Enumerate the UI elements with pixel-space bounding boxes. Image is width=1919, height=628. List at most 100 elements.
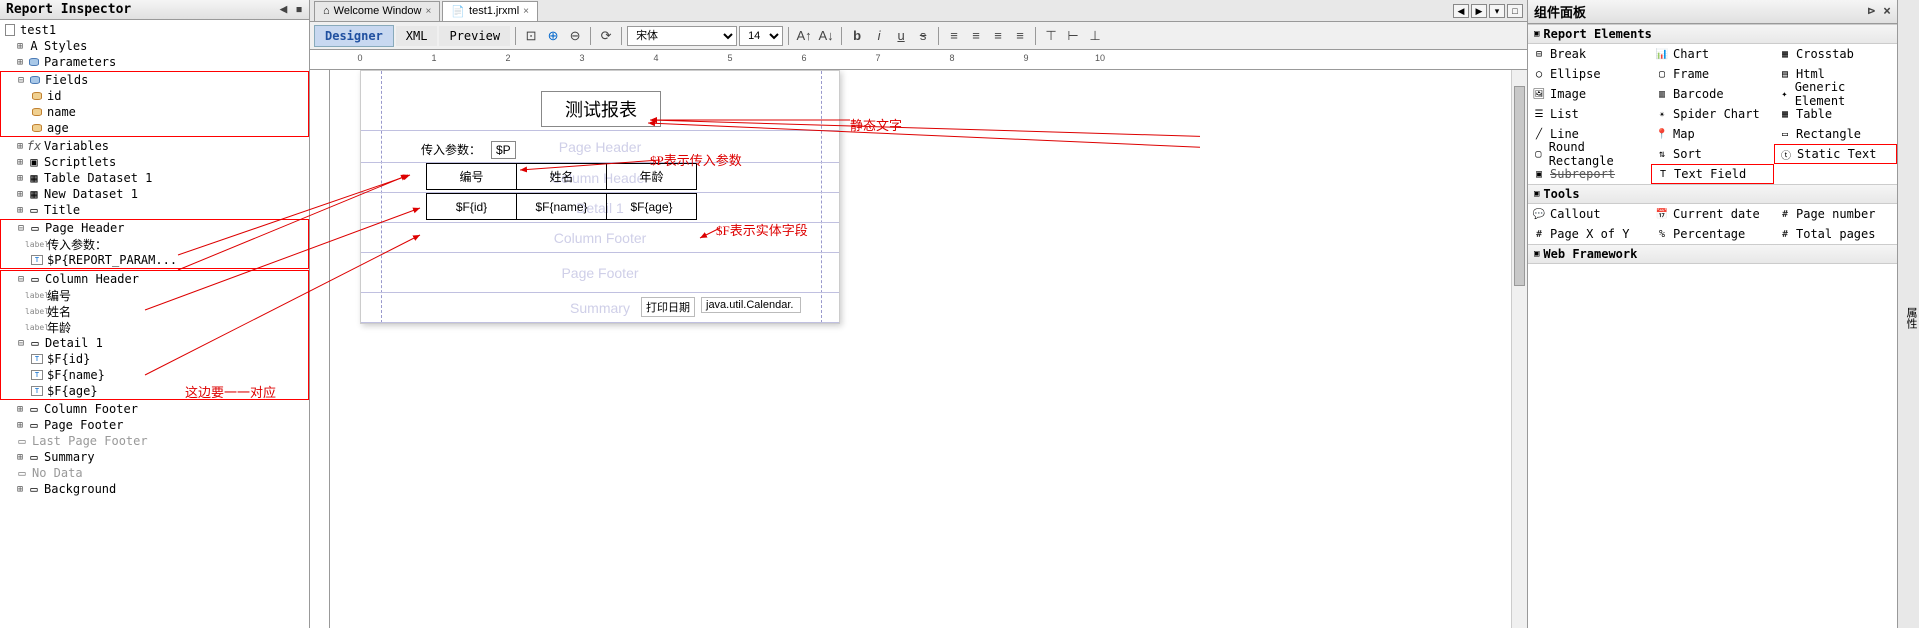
scrollbar-thumb[interactable] [1514, 86, 1525, 286]
tree-table-dataset[interactable]: ⊞▦Table Dataset 1 [0, 170, 309, 186]
valign-bottom-icon[interactable]: ⊥ [1085, 26, 1105, 46]
palette-text-field[interactable]: TText Field [1651, 164, 1774, 184]
collapse-icon[interactable]: ⊟ [15, 274, 27, 285]
tool-page-xy[interactable]: #Page X of Y [1528, 224, 1651, 244]
palette-round-rect[interactable]: ▢Round Rectangle [1528, 144, 1651, 164]
param-value-field[interactable]: $P [491, 141, 516, 159]
section-header[interactable]: ▣Tools [1528, 184, 1897, 204]
band-page-footer[interactable]: Page Footer [361, 253, 839, 293]
tab-welcome[interactable]: ⌂Welcome Window× [314, 1, 440, 21]
tree-variables[interactable]: ⊞fxVariables [0, 138, 309, 154]
band-column-header[interactable]: Column Header 编号 姓名 年龄 [361, 163, 839, 193]
collapse-icon[interactable]: ⊟ [15, 338, 27, 349]
tree-summary[interactable]: ⊞▭Summary [0, 449, 309, 465]
tree-ch-1[interactable]: label编号 [1, 287, 308, 303]
detail-table[interactable]: $F{id} $F{name} $F{age} [426, 193, 697, 220]
font-select[interactable]: 宋体 [627, 26, 737, 46]
tree-ph-param[interactable]: T$P{REPORT_PARAM... [1, 252, 308, 268]
expand-icon[interactable]: ⊞ [14, 173, 26, 184]
expand-icon[interactable]: ⊞ [14, 41, 26, 52]
band-summary[interactable]: Summary 打印日期 java.util.Calendar. [361, 293, 839, 323]
palette-table[interactable]: ▦Table [1774, 104, 1897, 124]
field-cell[interactable]: $F{id} [427, 194, 517, 220]
expand-icon[interactable]: ⊞ [14, 57, 26, 68]
close-icon[interactable]: × [425, 6, 431, 17]
tree-ph-label[interactable]: label传入参数： [1, 236, 308, 252]
vertical-scrollbar[interactable] [1511, 70, 1527, 628]
mode-xml[interactable]: XML [396, 26, 438, 46]
zoom-out-icon[interactable]: ⊖ [565, 26, 585, 46]
tree-no-data[interactable]: ▭No Data [0, 465, 309, 481]
palette-list[interactable]: ☰List [1528, 104, 1651, 124]
tree-d1[interactable]: T$F{id} [1, 351, 308, 367]
panel-controls-icon[interactable]: ◀ ▪ [280, 2, 303, 17]
section-header[interactable]: ▣Web Framework [1528, 244, 1897, 264]
tree-page-header[interactable]: ⊟▭Page Header [1, 220, 308, 236]
tree-fields[interactable]: ⊟Fields [1, 72, 308, 88]
refresh-icon[interactable]: ⟳ [596, 26, 616, 46]
expand-icon[interactable]: ⊞ [14, 157, 26, 168]
tree-d2[interactable]: T$F{name} [1, 367, 308, 383]
palette-spider[interactable]: ✴Spider Chart [1651, 104, 1774, 124]
align-center-icon[interactable]: ≡ [966, 26, 986, 46]
band-title[interactable]: 测试报表 [361, 71, 839, 131]
zoom-fit-icon[interactable]: ⊡ [521, 26, 541, 46]
tab-scroll-left-icon[interactable]: ◀ [1453, 4, 1469, 18]
collapse-icon[interactable]: ⊟ [15, 223, 27, 234]
field-cell[interactable]: $F{name} [517, 194, 607, 220]
palette-map[interactable]: 📍Map [1651, 124, 1774, 144]
align-left-icon[interactable]: ≡ [944, 26, 964, 46]
tree-new-dataset[interactable]: ⊞▦New Dataset 1 [0, 186, 309, 202]
palette-image[interactable]: 🖼Image [1528, 84, 1651, 104]
close-icon[interactable]: × [523, 6, 529, 17]
expand-icon[interactable]: ▣ [1534, 249, 1539, 259]
tab-dropdown-icon[interactable]: ▾ [1489, 4, 1505, 18]
mode-preview[interactable]: Preview [439, 26, 510, 46]
title-static-text[interactable]: 测试报表 [541, 91, 661, 127]
tree-field-age[interactable]: age [1, 120, 308, 136]
tree-detail[interactable]: ⊟▭Detail 1 [1, 335, 308, 351]
palette-barcode[interactable]: ▥Barcode [1651, 84, 1774, 104]
palette-generic[interactable]: ✦Generic Element [1774, 84, 1897, 104]
expand-icon[interactable]: ⊞ [14, 404, 26, 415]
expand-icon[interactable]: ⊞ [14, 141, 26, 152]
tree-parameters[interactable]: ⊞Parameters [0, 54, 309, 70]
tree-field-id[interactable]: id [1, 88, 308, 104]
expand-icon[interactable]: ⊞ [14, 205, 26, 216]
tree-background[interactable]: ⊞▭Background [0, 481, 309, 497]
fontsize-select[interactable]: 14 [739, 26, 783, 46]
tab-maximize-icon[interactable]: □ [1507, 4, 1523, 18]
tool-page-number[interactable]: #Page number [1774, 204, 1897, 224]
mode-designer[interactable]: Designer [314, 25, 394, 47]
zoom-in-icon[interactable]: ⊕ [543, 26, 563, 46]
canvas[interactable]: 测试报表 Page Header 传入参数： $P Column Header … [330, 70, 1527, 628]
tool-percentage[interactable]: %Percentage [1651, 224, 1774, 244]
expand-icon[interactable]: ⊞ [14, 484, 26, 495]
expand-icon[interactable]: ⊞ [14, 189, 26, 200]
band-detail[interactable]: Detail 1 $F{id} $F{name} $F{age} [361, 193, 839, 223]
collapse-icon[interactable]: ▣ [1534, 189, 1539, 199]
tree-scriptlets[interactable]: ⊞▣Scriptlets [0, 154, 309, 170]
font-increase-icon[interactable]: A↑ [794, 26, 814, 46]
print-date-field[interactable]: java.util.Calendar. [701, 297, 801, 313]
valign-middle-icon[interactable]: ⊢ [1063, 26, 1083, 46]
collapse-icon[interactable]: ⊟ [15, 75, 27, 86]
header-cell[interactable]: 编号 [427, 164, 517, 190]
expand-icon[interactable]: ⊞ [14, 420, 26, 431]
tree-ch-2[interactable]: label姓名 [1, 303, 308, 319]
italic-icon[interactable]: i [869, 26, 889, 46]
properties-tab[interactable]: 属性 [1897, 0, 1919, 628]
expand-icon[interactable]: ⊞ [14, 452, 26, 463]
tree-styles[interactable]: ⊞AStyles [0, 38, 309, 54]
font-decrease-icon[interactable]: A↓ [816, 26, 836, 46]
tree-root[interactable]: test1 [0, 22, 309, 38]
palette-static-text[interactable]: ⓣStatic Text [1774, 144, 1897, 164]
tool-current-date[interactable]: 📅Current date [1651, 204, 1774, 224]
tree-column-footer[interactable]: ⊞▭Column Footer [0, 401, 309, 417]
tree-title-band[interactable]: ⊞▭Title [0, 202, 309, 218]
field-cell[interactable]: $F{age} [607, 194, 697, 220]
section-header[interactable]: ▣Report Elements [1528, 24, 1897, 44]
tree-page-footer[interactable]: ⊞▭Page Footer [0, 417, 309, 433]
tab-file[interactable]: 📄test1.jrxml× [442, 1, 538, 21]
palette-crosstab[interactable]: ▦Crosstab [1774, 44, 1897, 64]
